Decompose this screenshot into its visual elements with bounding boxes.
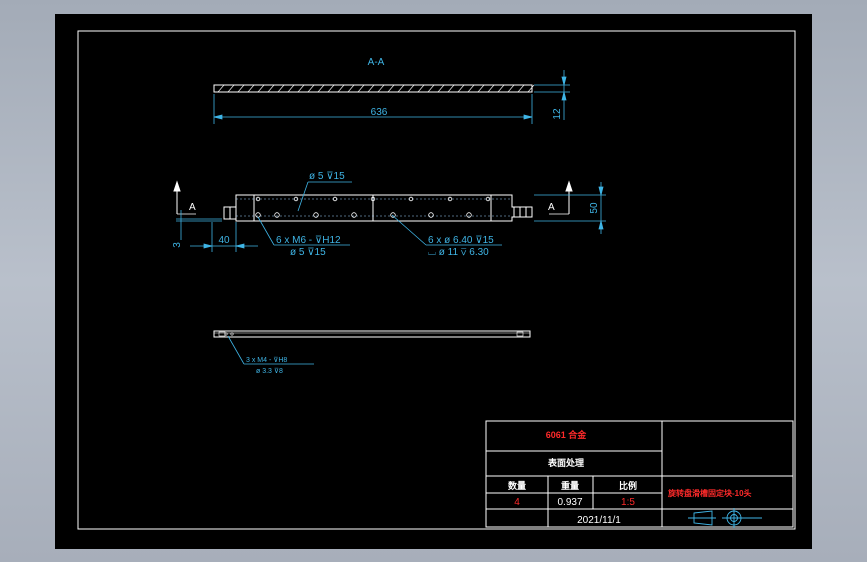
counterbore-hole xyxy=(351,212,357,218)
callout-thread-line1: 6 x M6 - ⊽H12 xyxy=(276,235,341,246)
counterbore-hole xyxy=(390,212,396,218)
hatch-line xyxy=(307,84,315,93)
title-block xyxy=(485,420,794,528)
offset-y-dimension-text: 3 xyxy=(172,242,183,248)
counterbore-hole xyxy=(255,212,261,218)
side-view xyxy=(213,330,531,338)
callout-counterbore-line2: ⌴ ø 11 ⊽ 6.30 xyxy=(428,247,489,258)
counterbore-hole xyxy=(428,212,434,218)
hatch-line xyxy=(507,84,515,93)
section-marker-right-label: A xyxy=(548,202,555,213)
title-scale-value: 1:5 xyxy=(621,497,635,508)
hatch-line xyxy=(367,84,375,93)
hatch-line xyxy=(487,84,495,93)
hatch-line xyxy=(327,84,335,93)
hatch-line xyxy=(217,84,225,93)
hatch-line xyxy=(277,84,285,93)
hatch-line xyxy=(317,84,325,93)
thickness-dimension-text: 12 xyxy=(552,108,563,120)
section-view xyxy=(213,84,535,93)
hatch-line xyxy=(357,84,365,93)
hatch-line xyxy=(527,84,535,93)
hatch-line xyxy=(257,84,265,93)
inner-border xyxy=(77,30,796,530)
hatch-line xyxy=(377,84,385,93)
hatch-line xyxy=(247,84,255,93)
hatch-line xyxy=(227,84,235,93)
title-surface: 表面处理 xyxy=(547,457,584,468)
hatch-line xyxy=(267,84,275,93)
hatch-line xyxy=(387,84,395,93)
hatch-line xyxy=(397,84,405,93)
height-dimension-text: 50 xyxy=(589,202,600,214)
hatch-line xyxy=(417,84,425,93)
section-hatch xyxy=(217,84,535,93)
hatch-line xyxy=(467,84,475,93)
callout-thread-line2: ø 5 ⊽15 xyxy=(290,247,326,258)
counterbore-hole xyxy=(466,212,472,218)
callout-bottom-line1: 3 x M4 - ⊽H8 xyxy=(246,356,287,364)
section-label: A-A xyxy=(368,57,385,68)
projection-symbol-icon xyxy=(688,508,762,528)
hatch-line xyxy=(457,84,465,93)
hatch-line xyxy=(337,84,345,93)
title-drawing-name: 旋转盘滑槽固定块-10头 xyxy=(667,488,752,498)
front-view xyxy=(223,194,533,222)
hatch-line xyxy=(477,84,485,93)
callout-hole-top: ø 5 ⊽15 xyxy=(309,171,345,182)
hatch-line xyxy=(407,84,415,93)
counterbore-hole xyxy=(274,212,280,218)
title-material: 6061 合金 xyxy=(546,429,588,440)
callout-bottom-line2: ø 3.3 ⊽8 xyxy=(256,367,283,375)
offset-y-dimension xyxy=(176,210,222,240)
title-date: 2021/11/1 xyxy=(577,515,621,526)
counterbore-hole xyxy=(313,212,319,218)
hatch-line xyxy=(437,84,445,93)
title-weight-value: 0.937 xyxy=(557,497,582,508)
cad-drawing: A-A 636 12 A A 50 40 3 ø 5 ⊽15 6 x M6 - … xyxy=(77,30,796,530)
hatch-line xyxy=(517,84,525,93)
hatch-line xyxy=(287,84,295,93)
title-weight-label: 重量 xyxy=(561,480,579,491)
hatch-line xyxy=(427,84,435,93)
length-dimension-text: 636 xyxy=(371,107,388,118)
hatch-line xyxy=(447,84,455,93)
hatch-line xyxy=(237,84,245,93)
title-qty-label: 数量 xyxy=(508,480,526,491)
callout-hole-top-leader xyxy=(297,181,352,212)
hatch-line xyxy=(297,84,305,93)
offset-x-dimension-text: 40 xyxy=(218,235,230,246)
cad-viewer: A-A 636 12 A A 50 40 3 ø 5 ⊽15 6 x M6 - … xyxy=(0,0,867,562)
title-scale-label: 比例 xyxy=(619,480,637,491)
hatch-line xyxy=(347,84,355,93)
hatch-line xyxy=(497,84,505,93)
callout-counterbore-line1: 6 x ø 6.40 ⊽15 xyxy=(428,235,494,246)
section-marker-left-label: A xyxy=(189,202,196,213)
title-qty-value: 4 xyxy=(514,497,520,508)
